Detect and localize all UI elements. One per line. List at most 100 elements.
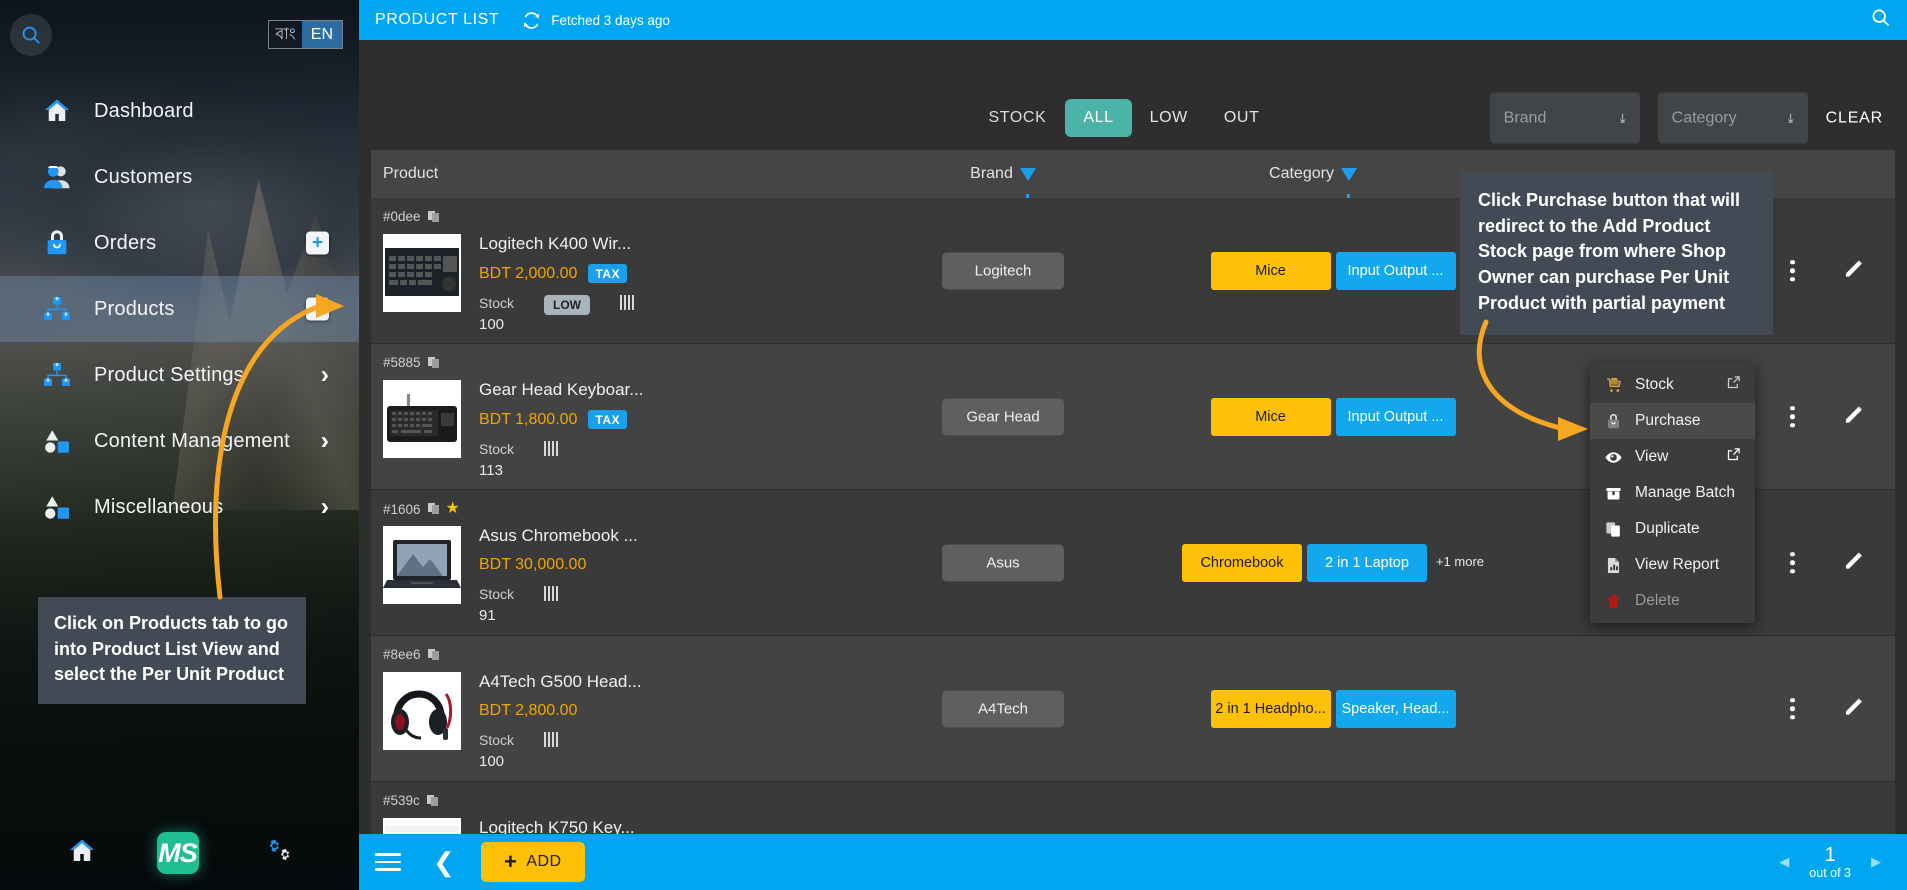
product-cell: Logitech K750 Key... — [383, 818, 943, 834]
filter-funnel-icon[interactable] — [1340, 167, 1357, 199]
sidebar-item-content-management[interactable]: Content Management › — [0, 408, 359, 474]
category-select[interactable]: Category ⤓ — [1657, 92, 1808, 144]
context-menu-item-manage-batch[interactable]: Manage Batch — [1590, 475, 1755, 511]
category-badge[interactable]: Input Output ... — [1335, 397, 1456, 436]
sidebar-item-product-settings[interactable]: Product Settings › — [0, 342, 359, 408]
brand-badge[interactable]: Logitech — [942, 252, 1064, 289]
sidebar-item-orders[interactable]: Orders + — [0, 210, 359, 276]
stock-tab-out[interactable]: OUT — [1206, 99, 1278, 137]
table-row[interactable]: #539c Logitech K750 Key... — [371, 782, 1895, 834]
sidebar-add-order-button[interactable]: + — [306, 231, 329, 255]
brand-badge[interactable]: Asus — [942, 544, 1064, 581]
favorite-star-icon[interactable]: ★ — [446, 501, 460, 517]
app-logo[interactable]: MS — [156, 832, 199, 874]
context-menu-item-view[interactable]: View — [1590, 439, 1755, 475]
category-badge[interactable]: Input Output ... — [1335, 251, 1456, 290]
row-more-button[interactable] — [1790, 405, 1795, 428]
product-name[interactable]: Logitech K400 Wir... — [479, 234, 634, 254]
product-name[interactable]: Logitech K750 Key... — [479, 818, 635, 834]
chevron-right-icon[interactable]: › — [321, 427, 329, 456]
product-thumbnail — [383, 380, 461, 458]
clear-filters-button[interactable]: CLEAR — [1826, 109, 1883, 127]
copy-icon[interactable] — [427, 356, 439, 369]
context-menu-item-label: View — [1635, 448, 1669, 465]
menu-button[interactable] — [375, 848, 401, 876]
category-badge[interactable]: Mice — [1210, 251, 1331, 290]
filter-funnel-icon[interactable] — [1019, 167, 1036, 199]
pagination-current-page: 1 — [1824, 843, 1836, 866]
column-header-brand[interactable]: Brand — [853, 165, 1153, 199]
chevron-down-icon: ⤓ — [1619, 110, 1626, 125]
brand-badge[interactable]: Gear Head — [942, 398, 1064, 435]
copy-icon[interactable] — [426, 794, 438, 807]
row-edit-button[interactable] — [1843, 695, 1865, 722]
barcode-icon[interactable] — [544, 586, 559, 601]
row-edit-button[interactable] — [1843, 403, 1865, 430]
sidebar: বাং EN Dashboard Customers Orders + Prod… — [0, 0, 359, 890]
sidebar-add-product-button[interactable]: + — [306, 297, 329, 321]
row-more-button[interactable] — [1790, 551, 1795, 574]
chevron-right-icon[interactable]: › — [321, 493, 329, 522]
top-search-button[interactable] — [1870, 7, 1891, 33]
language-option-english[interactable]: EN — [301, 21, 342, 48]
add-button[interactable]: + ADD — [480, 842, 585, 882]
row-more-button[interactable] — [1790, 259, 1795, 282]
stock-tab-all[interactable]: ALL — [1065, 99, 1132, 137]
product-name[interactable]: Asus Chromebook ... — [479, 526, 638, 546]
pagination-prev-button[interactable]: ◀ — [1779, 854, 1789, 870]
product-name[interactable]: A4Tech G500 Head... — [479, 672, 642, 692]
copy-icon[interactable] — [427, 648, 439, 661]
settings-button[interactable] — [259, 836, 293, 871]
column-header-category[interactable]: Category — [1153, 165, 1473, 199]
category-badge[interactable]: 2 in 1 Laptop — [1306, 543, 1427, 582]
brand-badge[interactable]: A4Tech — [942, 690, 1064, 727]
plus-icon: + — [503, 849, 518, 874]
context-menu-item-label: Duplicate — [1635, 520, 1700, 537]
pencil-icon — [1845, 405, 1863, 423]
category-badge[interactable]: Speaker, Head... — [1335, 689, 1456, 728]
language-option-bangla[interactable]: বাং — [269, 21, 301, 48]
sidebar-item-miscellaneous[interactable]: Miscellaneous › — [0, 474, 359, 540]
row-edit-button[interactable] — [1843, 549, 1865, 576]
product-info: Logitech K750 Key... — [479, 818, 635, 834]
product-name[interactable]: Gear Head Keyboar... — [479, 380, 643, 400]
category-badge[interactable]: Chromebook — [1181, 543, 1302, 582]
barcode-icon[interactable] — [544, 441, 559, 456]
refresh-button[interactable] — [521, 10, 542, 31]
copy-icon[interactable] — [427, 210, 439, 223]
home-button[interactable] — [67, 836, 97, 871]
sidebar-item-customers[interactable]: Customers — [0, 144, 359, 210]
product-id: #539c — [383, 793, 438, 808]
category-badge[interactable]: 2 in 1 Headpho... — [1210, 689, 1331, 728]
brand-select[interactable]: Brand ⤓ — [1489, 92, 1640, 144]
context-menu-item-purchase[interactable]: Purchase — [1590, 403, 1755, 439]
category-badge[interactable]: Mice — [1210, 397, 1331, 436]
barcode-icon[interactable] — [620, 295, 635, 310]
context-menu-item-delete[interactable]: Delete — [1590, 583, 1755, 619]
chevron-right-icon[interactable]: › — [321, 361, 329, 390]
category-more-count[interactable]: +1 more — [1436, 553, 1484, 572]
context-menu-item-stock[interactable]: Stock — [1590, 367, 1755, 403]
copy-icon[interactable] — [427, 503, 439, 515]
filter-selects: Brand ⤓ Category ⤓ CLEAR — [1489, 92, 1883, 144]
search-icon — [22, 26, 40, 44]
category-cell: Mice Input Output ... — [1153, 397, 1513, 436]
sidebar-item-dashboard[interactable]: Dashboard — [0, 78, 359, 144]
product-price-row: BDT 30,000.00 — [479, 556, 638, 574]
sidebar-item-products[interactable]: Products + — [0, 276, 359, 342]
pagination-next-button[interactable]: ▶ — [1871, 854, 1881, 870]
context-menu-item-duplicate[interactable]: Duplicate — [1590, 511, 1755, 547]
stock-label: Stock — [479, 295, 515, 311]
barcode-icon[interactable] — [544, 732, 559, 747]
stock-tab-low[interactable]: LOW — [1132, 99, 1206, 137]
context-menu-item-view-report[interactable]: View Report — [1590, 547, 1755, 583]
language-switcher[interactable]: বাং EN — [268, 20, 343, 49]
row-edit-button[interactable] — [1843, 257, 1865, 284]
row-more-button[interactable] — [1790, 697, 1795, 720]
back-button[interactable]: ❮ — [433, 847, 455, 878]
table-row[interactable]: #8ee6 A4Tech G500 Head... BDT 2,800.00 S… — [371, 636, 1895, 782]
sidebar-search-button[interactable] — [10, 14, 52, 56]
product-id: #5885 — [383, 355, 439, 370]
gears-icon — [269, 839, 289, 860]
product-price: BDT 2,800.00 — [479, 702, 578, 719]
